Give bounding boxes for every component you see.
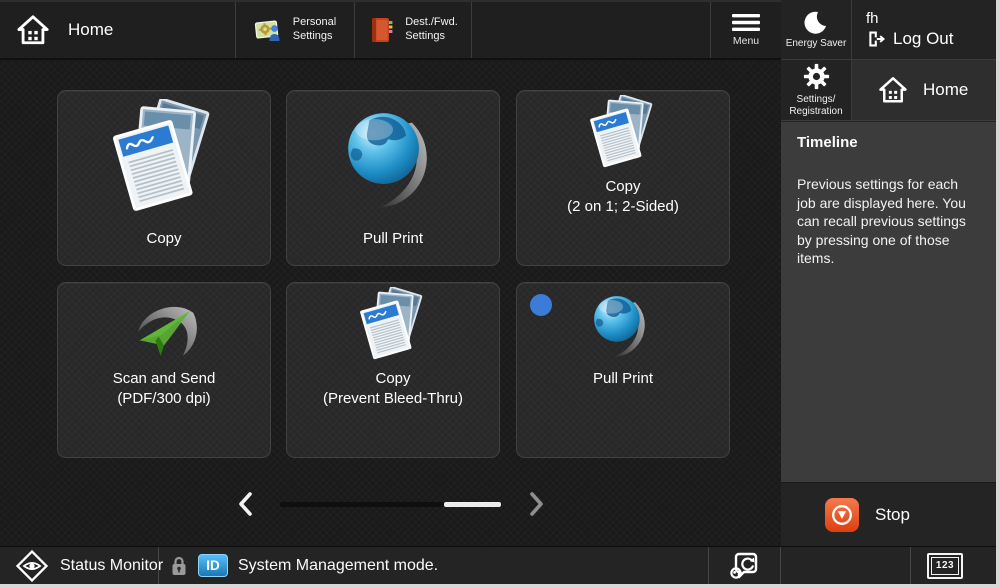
device-bezel-bottom: [0, 584, 1000, 588]
tile-label-line1: Scan and Send: [113, 369, 216, 389]
tile-label-line1: Pull Print: [363, 229, 423, 249]
tile-pull-print[interactable]: Pull Print: [286, 90, 500, 266]
keypad-123-icon: 123: [927, 553, 963, 579]
log-out-icon: [866, 29, 886, 49]
energy-saver-label: Energy Saver: [786, 38, 847, 50]
hamburger-menu-icon: [732, 14, 760, 31]
home-label: Home: [68, 20, 113, 40]
home-tiles-area: Copy Pull Print Copy(2 on 1; 2-Sided) Sc…: [0, 62, 781, 546]
panel-home-button[interactable]: Home: [852, 60, 1000, 120]
logged-in-user: fh: [866, 10, 1000, 27]
timeline-description: Previous settings for each job are displ…: [797, 175, 977, 268]
top-header: Home Personal Settings: [0, 0, 781, 60]
tile-label-line2: (2 on 1; 2-Sided): [567, 197, 679, 217]
timeline-title: Timeline: [797, 134, 986, 151]
status-monitor-button[interactable]: Status Monitor: [16, 547, 163, 584]
address-book-icon: [368, 15, 396, 45]
keypad-label: 123: [931, 557, 959, 575]
menu-button[interactable]: Menu: [711, 2, 781, 58]
page-scrollbar[interactable]: [280, 502, 502, 507]
home-icon: [16, 13, 50, 47]
home-button[interactable]: Home: [0, 2, 235, 58]
copy-documents-icon: [105, 95, 223, 221]
menu-label: Menu: [733, 35, 759, 47]
next-page-button[interactable]: [528, 490, 546, 518]
status-bar-divider: [708, 547, 709, 584]
chevron-right-icon: [529, 491, 545, 517]
language-switch-button[interactable]: [727, 547, 761, 584]
energy-saver-button[interactable]: Energy Saver: [781, 0, 852, 59]
chevron-left-icon: [237, 491, 253, 517]
personal-settings-icon: [254, 15, 284, 45]
status-bar-divider: [780, 547, 781, 584]
timeline-panel: Timeline Previous settings for each job …: [781, 122, 1000, 482]
globe-icon: [334, 95, 452, 221]
settings-registration-button[interactable]: Settings/ Registration: [781, 60, 852, 120]
home-icon: [878, 75, 908, 105]
status-monitor-icon: [16, 550, 48, 582]
stop-icon: [825, 498, 859, 532]
tile-label-line2: (PDF/300 dpi): [113, 389, 216, 409]
log-out-label: Log Out: [893, 29, 954, 49]
previous-page-button[interactable]: [236, 490, 254, 518]
tile-label-line1: Pull Print: [593, 369, 653, 389]
settings-registration-label-2: Registration: [789, 106, 842, 117]
right-panel: Energy Saver fh Log Out: [781, 0, 1000, 546]
tile-copy[interactable]: Copy: [57, 90, 271, 266]
log-out-button[interactable]: fh Log Out: [852, 0, 1000, 59]
dest-fwd-settings-label-1: Dest./Fwd.: [405, 16, 458, 30]
personal-settings-label-2: Settings: [293, 30, 336, 44]
tile-label-line2: (Prevent Bleed-Thru): [323, 389, 463, 409]
page-navigation: [0, 490, 781, 518]
dest-fwd-settings-label-2: Settings: [405, 30, 458, 44]
status-bar: Status Monitor ID System Management mode…: [0, 546, 1000, 584]
pager-thumb[interactable]: [444, 502, 502, 507]
lock-icon: [170, 555, 188, 577]
tile-scan-and-send[interactable]: Scan and Send(PDF/300 dpi): [57, 282, 271, 458]
id-badge: ID: [198, 554, 228, 577]
settings-registration-label-1: Settings/: [797, 94, 836, 105]
paper-plane-icon: [121, 287, 207, 365]
device-bezel-right: [996, 0, 1000, 588]
tile-copy-2on1-2sided[interactable]: Copy(2 on 1; 2-Sided): [516, 90, 730, 266]
tile-pull-print-2[interactable]: Pull Print: [516, 282, 730, 458]
numeric-keypad-button[interactable]: 123: [927, 547, 963, 584]
speech-refresh-icon: [727, 549, 761, 583]
tile-label-line1: Copy: [567, 177, 679, 197]
personal-settings-button[interactable]: Personal Settings: [236, 2, 354, 58]
status-bar-divider: [910, 547, 911, 584]
stop-button[interactable]: Stop: [781, 482, 1000, 546]
dest-fwd-settings-button[interactable]: Dest./Fwd. Settings: [355, 2, 471, 58]
status-monitor-label: Status Monitor: [60, 557, 163, 575]
globe-icon: [585, 287, 661, 365]
system-message: System Management mode.: [238, 557, 438, 575]
copy-documents-icon: [355, 287, 431, 365]
status-bar-divider: [158, 547, 159, 584]
header-spacer: [472, 2, 710, 58]
copy-documents-icon: [585, 95, 661, 173]
gear-icon: [803, 63, 830, 90]
personal-settings-label-1: Personal: [293, 16, 336, 30]
moon-icon: [804, 10, 828, 34]
notification-dot: [530, 294, 552, 316]
tile-copy-prevent-bleed-thru[interactable]: Copy(Prevent Bleed-Thru): [286, 282, 500, 458]
tile-label-line1: Copy: [323, 369, 463, 389]
panel-home-label: Home: [923, 80, 968, 100]
tile-label-line1: Copy: [146, 229, 181, 249]
system-management-status: ID System Management mode.: [170, 547, 438, 584]
stop-label: Stop: [875, 505, 910, 525]
canon-home-screen: Home Personal Settings: [0, 0, 1000, 588]
